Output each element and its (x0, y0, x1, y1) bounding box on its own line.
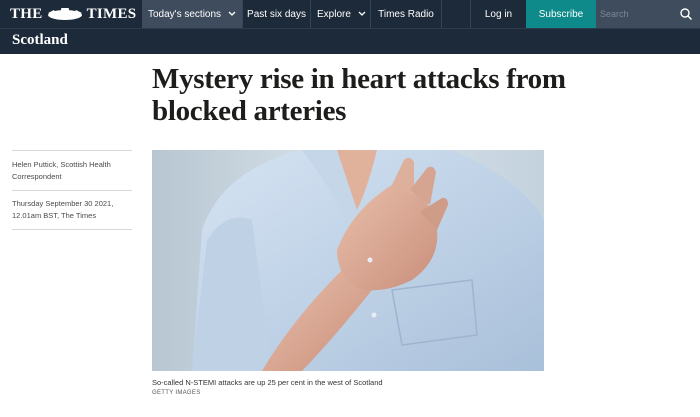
nav-explore-label: Explore (317, 8, 351, 20)
article-lead-image (152, 150, 544, 371)
nav-times-radio-label: Times Radio (378, 8, 434, 20)
subscribe-button[interactable]: Subscribe (526, 0, 596, 28)
search-box (596, 0, 700, 28)
image-credit: GETTY IMAGES (152, 390, 201, 396)
login-button[interactable]: Log in (470, 0, 526, 28)
chevron-down-icon (228, 10, 236, 19)
crest-icon (45, 7, 85, 21)
login-button-label: Log in (484, 8, 513, 20)
times-logo[interactable]: THE TIMES (10, 3, 136, 25)
search-input[interactable] (600, 6, 676, 22)
article-byline: Helen Puttick, Scottish Health Correspon… (12, 150, 132, 230)
logo-text-times: TIMES (86, 5, 137, 22)
top-navigation: THE TIMES Today's sections Past six days… (0, 0, 700, 28)
section-header: Scotland (0, 28, 700, 54)
article-headline: Mystery rise in heart attacks from block… (152, 63, 566, 127)
subscribe-button-label: Subscribe (538, 8, 584, 20)
nav-past-six-days-label: Past six days (247, 8, 306, 20)
nav-todays-sections[interactable]: Today's sections (142, 0, 242, 28)
nav-todays-sections-label: Today's sections (148, 8, 222, 20)
chevron-down-icon (358, 10, 366, 19)
author-name[interactable]: Helen Puttick, Scottish Health Correspon… (12, 151, 132, 190)
image-caption: So-called N-STEMI attacks are up 25 per … (152, 378, 383, 387)
nav-past-six-days[interactable]: Past six days (242, 0, 310, 28)
nav-explore[interactable]: Explore (310, 0, 370, 28)
section-title-link[interactable]: Scotland (12, 32, 68, 49)
logo-text-the: THE (10, 5, 43, 22)
nav-times-radio[interactable]: Times Radio (370, 0, 442, 28)
search-icon[interactable] (678, 6, 694, 22)
publish-date: Thursday September 30 2021, 12.01am BST,… (12, 191, 132, 230)
